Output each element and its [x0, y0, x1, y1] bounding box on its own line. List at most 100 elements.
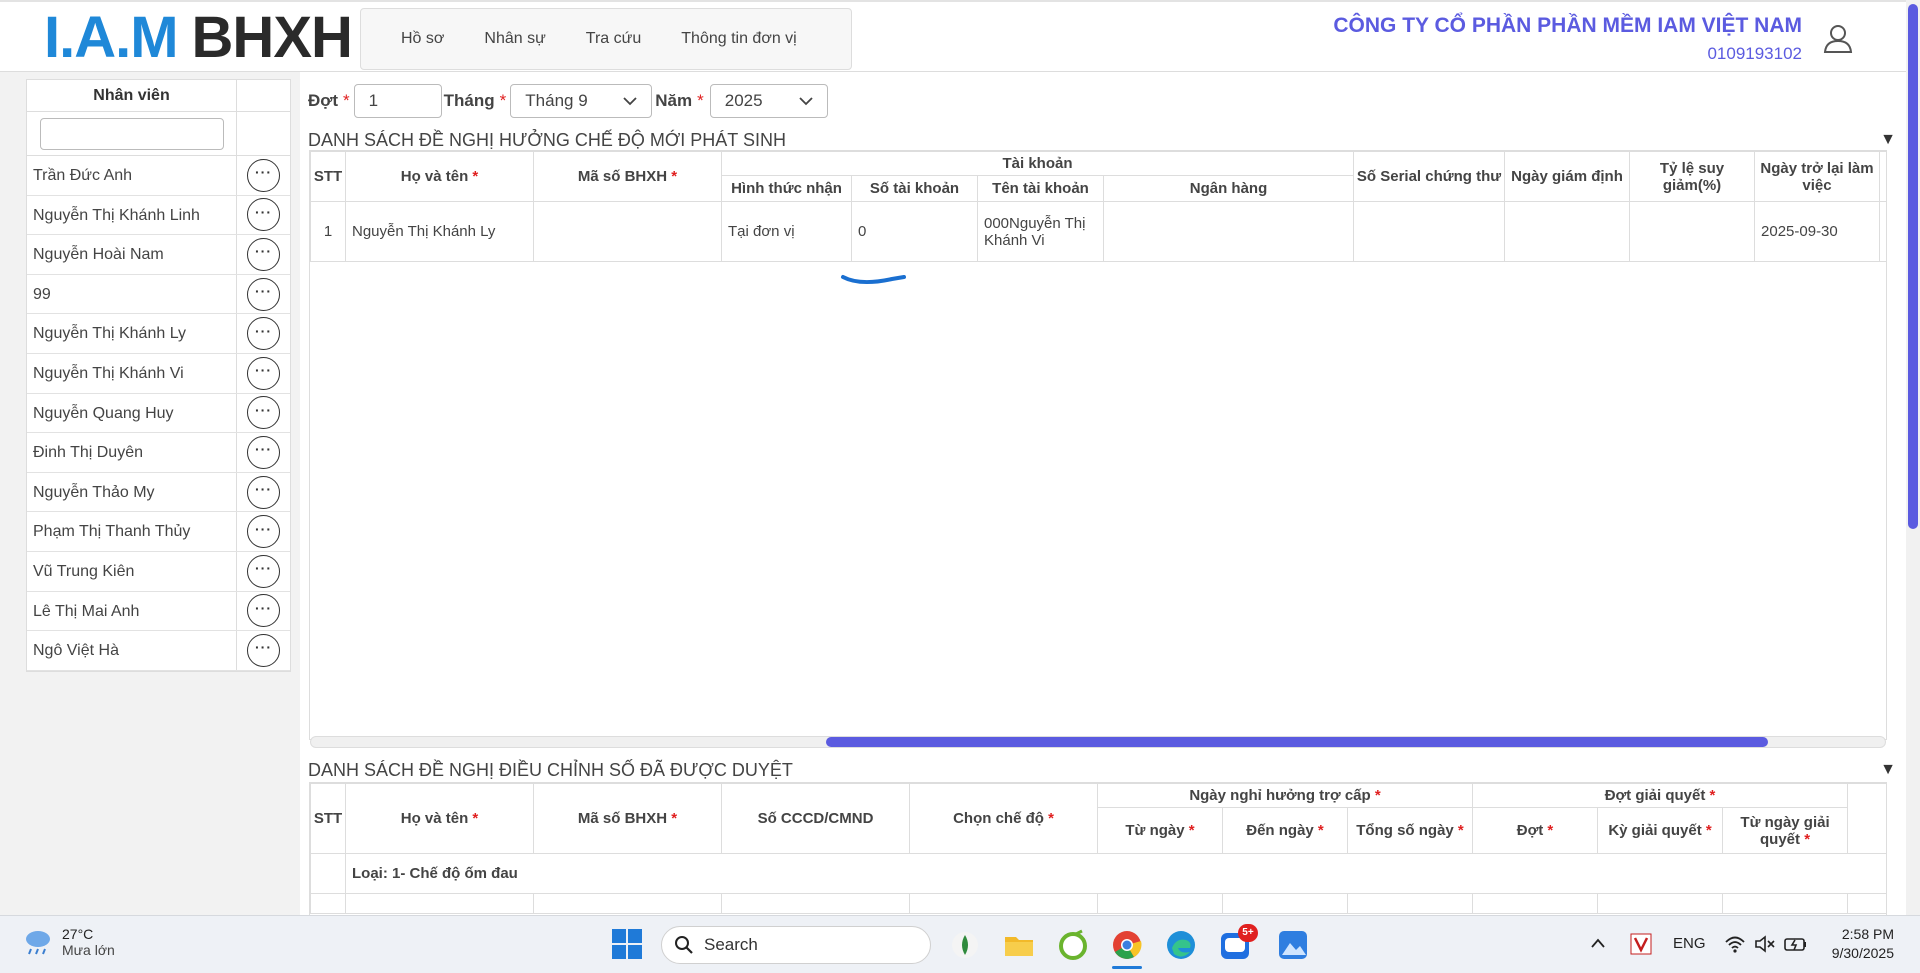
photos-app-icon[interactable] — [1276, 928, 1310, 962]
cell-ngay-giam-dinh[interactable] — [1504, 201, 1631, 262]
leaf-app-icon[interactable] — [948, 928, 982, 962]
cell-ngan-hang[interactable] — [1102, 201, 1355, 262]
month-select[interactable]: Tháng 9 — [510, 84, 653, 118]
more-options-icon[interactable]: ··· — [247, 158, 280, 192]
year-label: Năm — [655, 91, 693, 110]
collapse-toggle-icon[interactable]: ▼ — [1880, 131, 1896, 149]
cell-stt: 1 — [310, 201, 346, 262]
col-hinh-thuc-nhan: Hình thức nhận — [721, 175, 852, 202]
cell-ma-so-bhxh[interactable] — [533, 201, 722, 262]
speaker-muted-icon[interactable] — [1754, 934, 1776, 954]
col-ho-ten: Họ và tên * — [345, 783, 534, 854]
table-row[interactable]: 1 Nguyễn Thị Khánh Ly Tại đơn vị 0 000Ng… — [310, 201, 1886, 262]
more-options-icon[interactable]: ··· — [247, 594, 280, 628]
cell-ngay-tro-lai[interactable]: 2025-09-30 — [1754, 201, 1881, 262]
edge-icon[interactable] — [1164, 928, 1198, 962]
more-options-icon[interactable]: ··· — [247, 475, 280, 509]
more-options-icon[interactable]: ··· — [247, 317, 280, 351]
employee-row[interactable]: Ngô Việt Hà ··· — [27, 631, 290, 671]
month-value: Tháng 9 — [525, 91, 588, 110]
nav-thong-tin-don-vi[interactable]: Thông tin đơn vị — [681, 30, 796, 48]
employee-row[interactable]: Nguyễn Thảo My ··· — [27, 472, 290, 513]
input-language[interactable]: ENG — [1673, 935, 1706, 952]
weather-widget[interactable]: 27°C Mưa lớn — [22, 926, 115, 958]
antivirus-tray-icon[interactable] — [1630, 933, 1652, 955]
file-explorer-icon[interactable] — [1002, 928, 1036, 962]
taskbar-search[interactable]: Search — [661, 926, 931, 964]
col-stt: STT — [310, 783, 346, 854]
scrollbar-thumb[interactable] — [826, 737, 1768, 747]
cell-hinh-thuc-nhan[interactable]: Tại đơn vị — [721, 201, 852, 262]
more-options-icon[interactable]: ··· — [247, 396, 280, 430]
group-row-label[interactable]: Loại: 1- Chế độ ốm đau — [344, 853, 1886, 894]
col-so-tai-khoan: Số tài khoản — [851, 175, 978, 202]
year-select[interactable]: 2025 — [709, 84, 828, 118]
employee-name[interactable]: Nguyễn Hoài Nam — [27, 235, 237, 274]
employee-name[interactable]: Lê Thị Mai Anh — [27, 591, 237, 631]
clock-time: 2:58 PM — [1841, 926, 1894, 942]
green-app-icon[interactable] — [1056, 928, 1090, 962]
employee-row[interactable]: Nguyễn Hoài Nam ··· — [27, 235, 290, 275]
nav-ho-so[interactable]: Hồ sơ — [401, 30, 444, 48]
more-options-icon[interactable]: ··· — [247, 237, 280, 271]
nav-nhan-su[interactable]: Nhân sự — [484, 30, 545, 48]
more-options-icon[interactable]: ··· — [247, 515, 280, 549]
employee-row[interactable]: Đinh Thị Duyên ··· — [27, 433, 290, 473]
more-options-icon[interactable]: ··· — [247, 633, 280, 667]
vertical-scrollbar[interactable] — [1906, 0, 1920, 915]
scrollbar-thumb[interactable] — [1908, 4, 1918, 529]
employee-name[interactable]: Nguyễn Thị Khánh Ly — [27, 314, 237, 353]
employee-list: Trần Đức Anh ··· Nguyễn Thị Khánh Linh ··· N… — [27, 156, 290, 671]
user-icon[interactable] — [1822, 22, 1854, 54]
employee-row[interactable]: Trần Đức Anh ··· — [27, 156, 290, 196]
cell-ten-tai-khoan[interactable]: 000Nguyễn Thị Khánh Vi — [977, 201, 1104, 262]
more-options-icon[interactable]: ··· — [247, 554, 280, 588]
cell-ho-ten[interactable]: Nguyễn Thị Khánh Ly — [345, 201, 534, 262]
more-options-icon[interactable]: ··· — [247, 198, 280, 232]
col-tai-khoan: Tài khoản — [720, 151, 1355, 176]
chevron-up-icon[interactable] — [1590, 937, 1606, 951]
chrome-icon[interactable] — [1110, 928, 1144, 969]
employee-name[interactable]: Đinh Thị Duyên — [27, 433, 237, 472]
cell-serial[interactable] — [1353, 201, 1506, 262]
employee-name[interactable]: Vũ Trung Kiên — [27, 551, 237, 591]
employee-name[interactable]: Nguyễn Thảo My — [27, 472, 237, 512]
cell-ty-le[interactable] — [1629, 201, 1756, 262]
wifi-icon[interactable] — [1724, 934, 1746, 954]
employee-name[interactable]: 99 — [27, 274, 237, 314]
employee-name[interactable]: Nguyễn Thị Khánh Linh — [27, 195, 237, 235]
col-dot-giai-quyet: Đợt giải quyết * — [1472, 783, 1849, 808]
more-options-icon[interactable]: ··· — [247, 277, 280, 311]
employee-name[interactable]: Nguyễn Quang Huy — [27, 393, 237, 433]
employee-name[interactable]: Phạm Thị Thanh Thủy — [27, 512, 237, 551]
employee-row[interactable]: Lê Thị Mai Anh ··· — [27, 591, 290, 632]
employee-search-input[interactable] — [40, 118, 224, 150]
more-options-icon[interactable]: ··· — [247, 356, 280, 390]
employee-row[interactable]: 99 ··· — [27, 274, 290, 315]
cell-so-tai-khoan[interactable]: 0 — [851, 201, 978, 262]
employee-row[interactable]: Nguyễn Quang Huy ··· — [27, 393, 290, 434]
app-logo[interactable]: I.A.M BHXH — [44, 5, 353, 70]
horizontal-scrollbar[interactable] — [310, 736, 1886, 748]
employee-row[interactable]: Nguyễn Thị Khánh Vi ··· — [27, 353, 290, 394]
employee-row[interactable]: Vũ Trung Kiên ··· — [27, 551, 290, 592]
taskbar: 27°C Mưa lớn Search 5+ ENG 2:58 PM 9/30/… — [0, 915, 1920, 973]
employee-row[interactable]: Nguyễn Thị Khánh Linh ··· — [27, 195, 290, 236]
employee-row[interactable]: Nguyễn Thị Khánh Ly ··· — [27, 314, 290, 354]
employee-name[interactable]: Trần Đức Anh — [27, 156, 237, 195]
employee-name[interactable]: Nguyễn Thị Khánh Vi — [27, 353, 237, 393]
employee-name[interactable]: Ngô Việt Hà — [27, 631, 237, 670]
dot-input[interactable]: 1 — [353, 84, 442, 118]
zalo-icon[interactable]: 5+ — [1218, 924, 1258, 962]
nav-tra-cuu[interactable]: Tra cứu — [586, 30, 641, 48]
windows-start-icon[interactable] — [611, 928, 643, 960]
system-clock[interactable]: 2:58 PM 9/30/2025 — [1832, 925, 1894, 963]
section2-title-bar: DANH SÁCH ĐỀ NGHỊ ĐIỀU CHỈNH SỐ ĐÃ ĐƯỢC … — [308, 758, 1896, 782]
collapse-toggle-icon[interactable]: ▼ — [1880, 761, 1896, 779]
col-ngay-giam-dinh: Ngày giám định — [1504, 151, 1631, 202]
col-ngan-hang: Ngân hàng — [1102, 175, 1355, 202]
more-options-icon[interactable]: ··· — [247, 435, 280, 469]
battery-charging-icon[interactable] — [1784, 934, 1808, 954]
logo-iam: I.A.M — [44, 4, 179, 70]
employee-row[interactable]: Phạm Thị Thanh Thủy ··· — [27, 512, 290, 552]
